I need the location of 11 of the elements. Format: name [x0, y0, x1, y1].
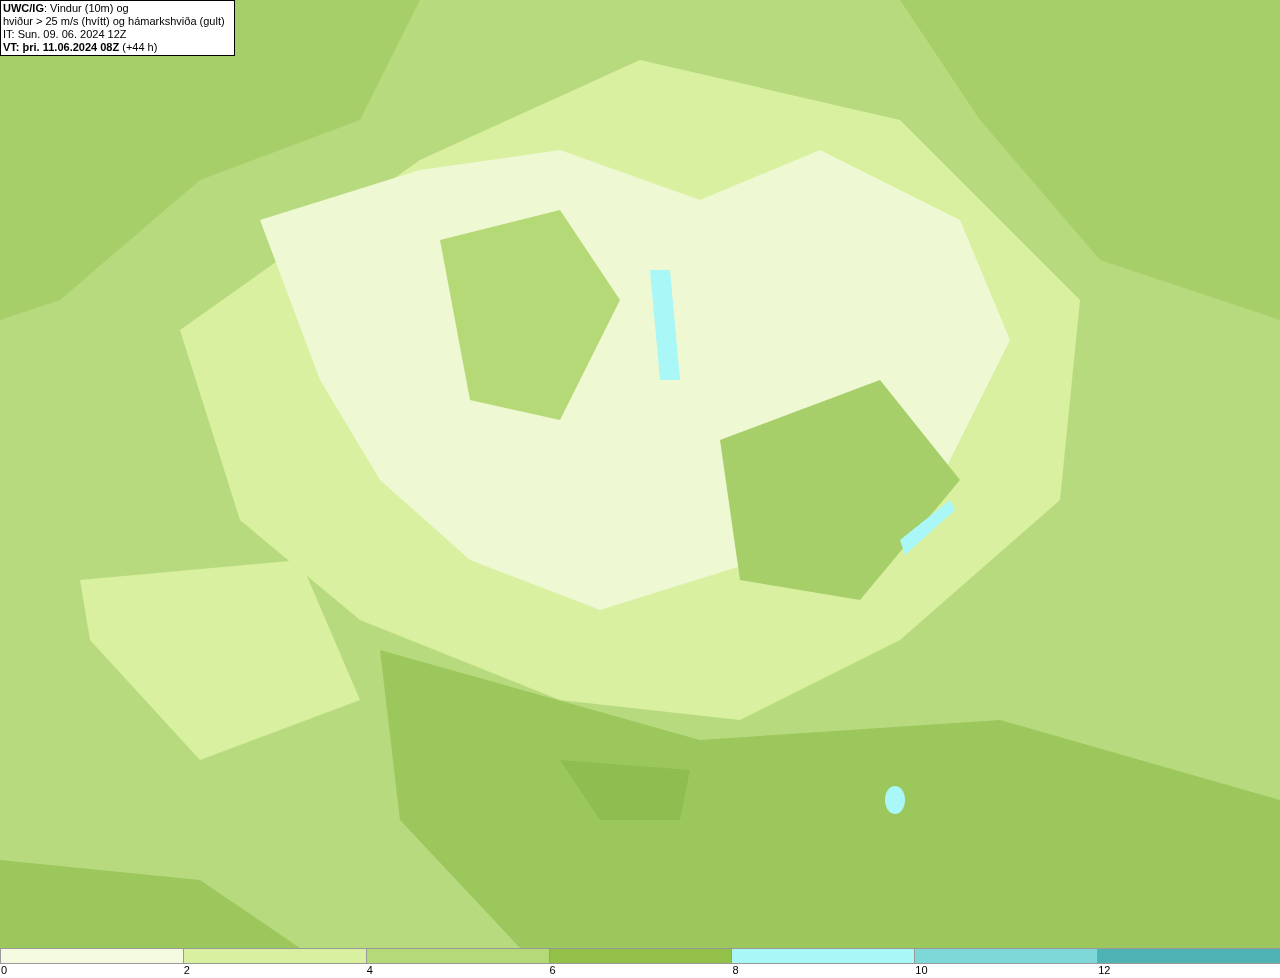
- tick-label: 6: [548, 964, 556, 978]
- tick-label: 4: [365, 964, 373, 978]
- tick-label: 0: [0, 964, 8, 978]
- legend-text: UWC/IG: Vindur (10m) og: [3, 2, 130, 15]
- tick-label: 2: [182, 964, 190, 978]
- legend-text: hviður > 25 m/s (hvítt) og hámarkshviða (gult): [3, 15, 226, 28]
- tick-label: 12: [1097, 964, 1111, 978]
- tick-label: 10: [914, 964, 928, 978]
- tick-label: 8: [731, 964, 739, 978]
- legend-text: VT: þri. 11.06.2024 08Z (+44 h): [3, 41, 159, 54]
- legend-text: IT: Sun. 09. 06. 2024 12Z: [3, 28, 128, 41]
